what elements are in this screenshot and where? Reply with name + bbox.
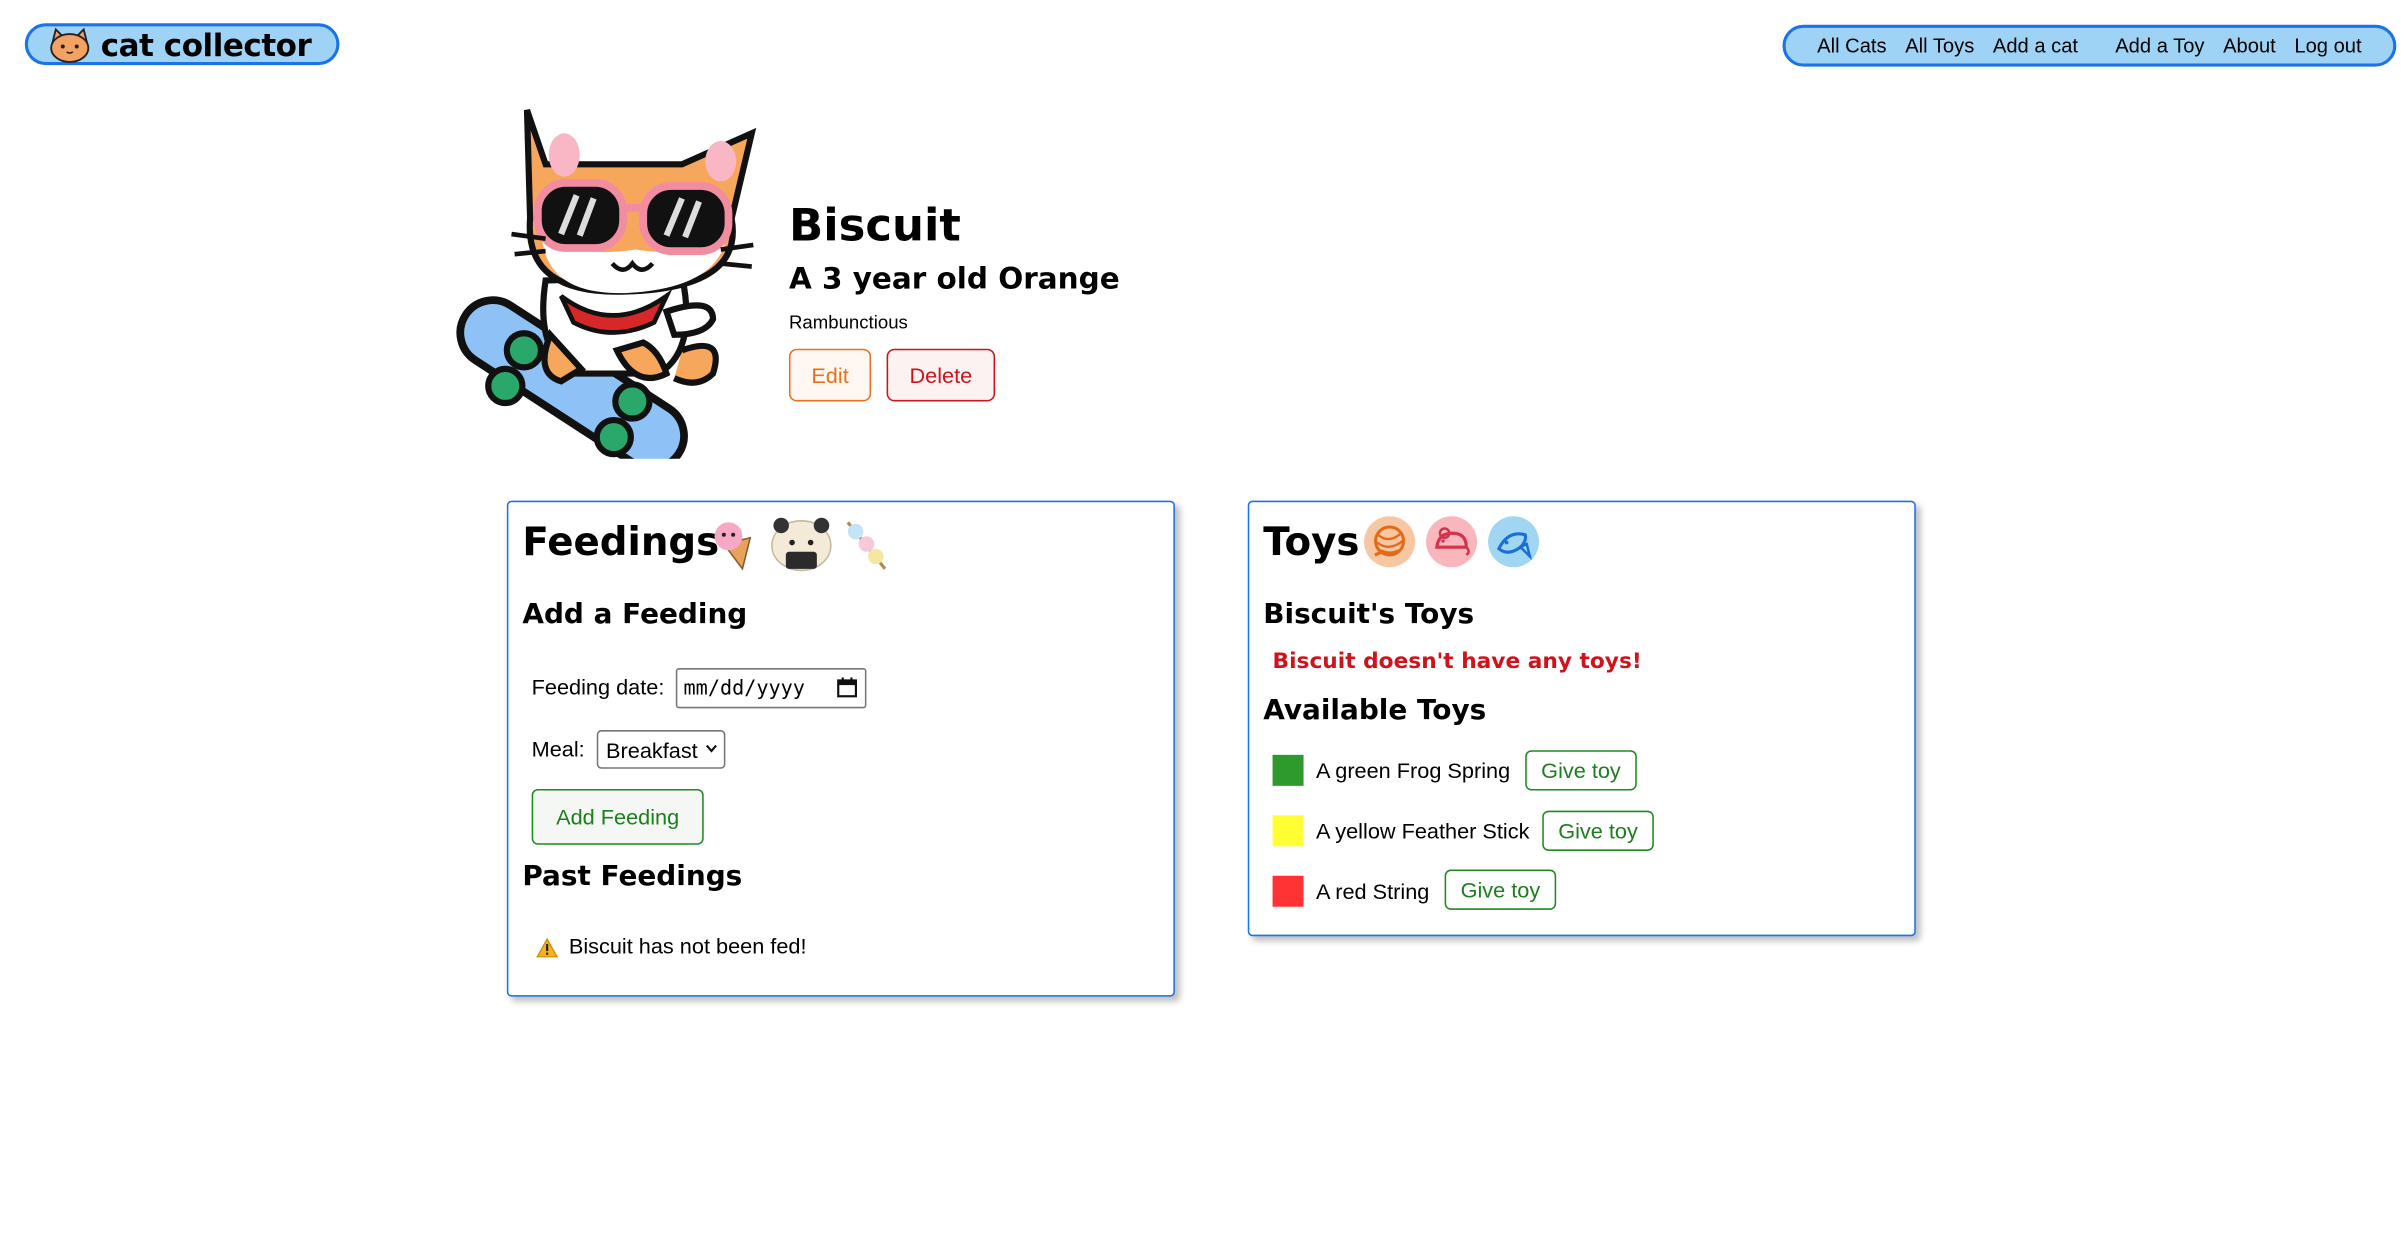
cat-toys-heading: Biscuit's Toys <box>1263 598 1475 631</box>
cat-temperament: Rambunctious <box>788 311 908 334</box>
onigiri-panda-icon <box>771 517 832 572</box>
toys-title: Toys <box>1263 519 1360 565</box>
toy-label: A yellow Feather Stick <box>1315 818 1530 844</box>
feeding-date-input[interactable]: mm/dd/yyyy <box>675 668 867 709</box>
give-toy-button[interactable]: Give toy <box>1525 750 1637 791</box>
toy-color-swatch <box>1272 875 1304 907</box>
calendar-icon[interactable] <box>837 677 857 698</box>
meal-select[interactable]: Breakfast <box>596 730 726 769</box>
past-feedings-heading: Past Feedings <box>522 860 743 893</box>
feeding-date-label: Feeding date: <box>531 674 665 700</box>
nav-add-toy[interactable]: Add a Toy <box>2115 34 2204 57</box>
meal-label: Meal: <box>531 736 585 762</box>
main-nav: All Cats All Toys Add a cat Add a Toy Ab… <box>1782 24 2397 67</box>
add-feeding-heading: Add a Feeding <box>522 598 748 631</box>
nav-about[interactable]: About <box>2223 34 2276 57</box>
toy-label: A red String <box>1315 878 1430 904</box>
delete-button[interactable]: Delete <box>886 348 996 402</box>
date-placeholder: mm/dd/yyyy <box>683 676 805 700</box>
cat-face-icon <box>50 26 90 63</box>
nav-all-cats[interactable]: All Cats <box>1817 34 1886 57</box>
toy-color-swatch <box>1272 815 1304 847</box>
fish-toy-icon <box>1488 516 1540 568</box>
skateboard-cat-illustration <box>456 109 757 459</box>
cat-description: A 3 year old Orange <box>788 261 1120 297</box>
give-toy-button[interactable]: Give toy <box>1542 810 1654 851</box>
edit-button[interactable]: Edit <box>788 348 872 402</box>
ice-cream-icon <box>714 522 752 571</box>
brand-name: cat collector <box>100 25 312 63</box>
available-toys-heading: Available Toys <box>1263 694 1487 727</box>
give-toy-button[interactable]: Give toy <box>1444 869 1557 910</box>
chevron-down-icon <box>705 744 717 753</box>
no-feedings-message: Biscuit has not been fed! <box>568 933 807 958</box>
no-toys-message: Biscuit doesn't have any toys! <box>1272 649 1642 675</box>
warning-icon <box>536 937 558 958</box>
add-feeding-button[interactable]: Add Feeding <box>531 788 704 845</box>
cat-name: Biscuit <box>788 198 961 252</box>
toys-card: Toys Biscuit's Toys Biscuit doesn't have… <box>1247 500 1916 937</box>
meal-selected-value: Breakfast <box>606 737 698 762</box>
toy-mouse-icon <box>1426 516 1478 568</box>
feedings-title: Feedings <box>522 519 720 565</box>
toy-color-swatch <box>1272 754 1304 786</box>
brand-logo[interactable]: cat collector <box>24 23 340 66</box>
nav-add-cat[interactable]: Add a cat <box>1993 34 2078 57</box>
nav-all-toys[interactable]: All Toys <box>1905 34 1974 57</box>
feedings-card: Feedings Add a Feeding Feeding date: mm/… <box>506 500 1175 997</box>
toy-label: A green Frog Spring <box>1315 757 1511 783</box>
nav-log-out[interactable]: Log out <box>2294 34 2361 57</box>
yarn-ball-icon <box>1364 516 1416 568</box>
dango-skewer-icon <box>846 521 887 570</box>
